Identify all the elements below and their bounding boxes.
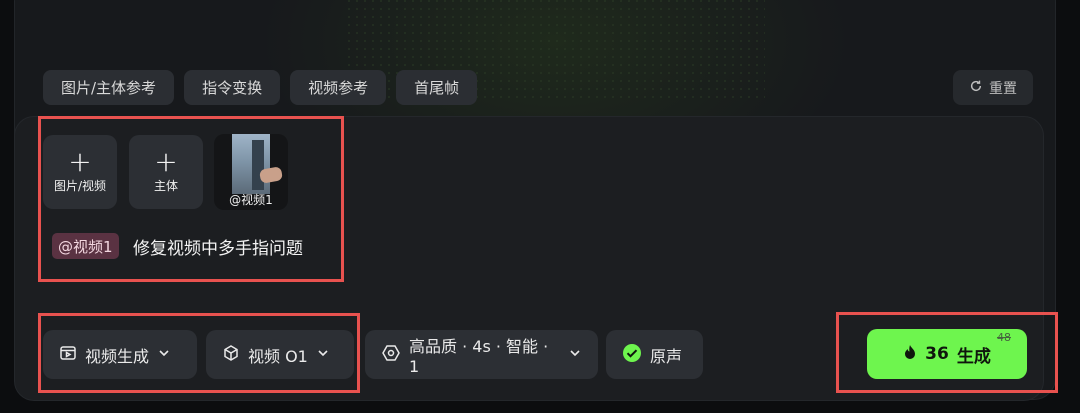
settings-label: 高品质 · 4s · 智能 · 1 [409,337,549,376]
hexagon-settings-icon [381,343,401,367]
tab-video-reference[interactable]: 视频参考 [290,70,387,105]
tab-first-last-frame[interactable]: 首尾帧 [396,70,478,105]
highlight-box-generate [836,312,1058,393]
reset-label: 重置 [989,80,1017,97]
check-circle-icon [622,343,642,367]
original-audio-toggle[interactable]: 原声 [606,330,703,379]
settings-dropdown[interactable]: 高品质 · 4s · 智能 · 1 [365,330,598,379]
chevron-down-icon [568,345,582,364]
tab-image-subject-reference[interactable]: 图片/主体参考 [43,70,175,105]
reference-tabs: 图片/主体参考 指令变换 视频参考 首尾帧 [43,70,478,105]
tab-instruction-transform[interactable]: 指令变换 [184,70,281,105]
highlight-box-inputs [38,116,344,282]
reset-button[interactable]: 重置 [953,70,1033,105]
audio-label: 原声 [650,346,683,366]
highlight-box-controls [38,313,360,393]
refresh-icon [969,79,983,97]
